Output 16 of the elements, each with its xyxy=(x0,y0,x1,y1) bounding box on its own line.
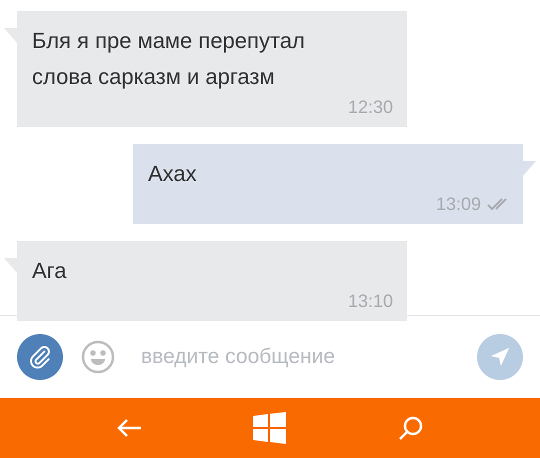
windows-logo-icon[interactable] xyxy=(253,412,286,444)
message-time: 13:09 xyxy=(436,193,481,216)
message-text: Бля я пре маме перепутал слова сарказм и аргазм xyxy=(32,27,306,91)
search-icon[interactable] xyxy=(398,415,424,441)
emoji-button[interactable] xyxy=(81,340,115,374)
message-input[interactable]: введите сообщение xyxy=(141,341,477,373)
send-icon xyxy=(489,346,511,368)
message-text: Ага xyxy=(32,257,68,285)
attach-button[interactable] xyxy=(17,334,63,380)
send-button[interactable] xyxy=(477,334,523,380)
message-text: Ахах xyxy=(148,160,198,188)
back-icon[interactable] xyxy=(116,418,142,438)
message-time: 12:30 xyxy=(348,96,393,119)
smiley-icon xyxy=(81,340,115,374)
paperclip-icon xyxy=(27,344,53,370)
message-time: 13:10 xyxy=(348,290,393,313)
